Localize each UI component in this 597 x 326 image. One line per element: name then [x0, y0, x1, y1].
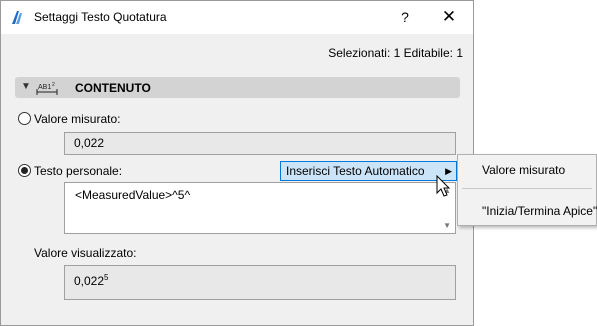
measured-value-field: 0,022: [64, 132, 456, 155]
displayed-value-label: Valore visualizzato:: [34, 246, 137, 260]
displayed-value-base: 0,022: [74, 274, 105, 288]
radio-selected-dot: [21, 167, 28, 174]
selection-info: Selezionati: 1 Editabile: 1: [328, 46, 463, 60]
displayed-value-superscript: 5: [104, 273, 109, 282]
displayed-value-field: 0,0225: [64, 265, 456, 300]
close-button[interactable]: ✕: [435, 5, 463, 29]
custom-text-label: Testo personale:: [34, 164, 123, 178]
svg-text:2: 2: [52, 82, 55, 88]
measured-value-radio[interactable]: [18, 112, 31, 125]
measured-value-label: Valore misurato:: [34, 112, 121, 126]
mouse-cursor-icon: [436, 175, 451, 197]
dimension-text-settings-dialog: Settaggi Testo Quotatura ? ✕ Selezionati…: [0, 0, 474, 326]
menu-separator: [462, 188, 592, 189]
scroll-down-icon[interactable]: ▼: [443, 221, 451, 230]
autotext-submenu: Valore misurato "Inizia/Termina Apice": [457, 154, 597, 226]
collapse-triangle-icon[interactable]: ▼: [21, 81, 31, 92]
dimension-text-icon: AB1 2: [36, 82, 58, 95]
menu-item-measured-value[interactable]: Valore misurato: [482, 163, 565, 177]
insert-autotext-label: Inserisci Testo Automatico: [286, 164, 425, 178]
custom-text-value: <MeasuredValue>^5^: [75, 188, 191, 202]
svg-text:AB1: AB1: [38, 84, 51, 91]
custom-text-radio[interactable]: [18, 164, 31, 177]
custom-text-input[interactable]: <MeasuredValue>^5^ ▲ ▼: [64, 182, 456, 234]
menu-item-superscript-toggle[interactable]: "Inizia/Termina Apice": [482, 204, 597, 218]
insert-autotext-button[interactable]: Inserisci Testo Automatico ▶: [280, 161, 457, 181]
title-bar: Settaggi Testo Quotatura ? ✕: [1, 1, 473, 34]
app-logo-icon: [12, 11, 22, 24]
section-label: CONTENUTO: [75, 81, 151, 95]
help-button[interactable]: ?: [391, 5, 419, 29]
window-title: Settaggi Testo Quotatura: [34, 10, 167, 24]
section-header-contenuto[interactable]: ▼ AB1 2 CONTENUTO: [15, 77, 460, 98]
